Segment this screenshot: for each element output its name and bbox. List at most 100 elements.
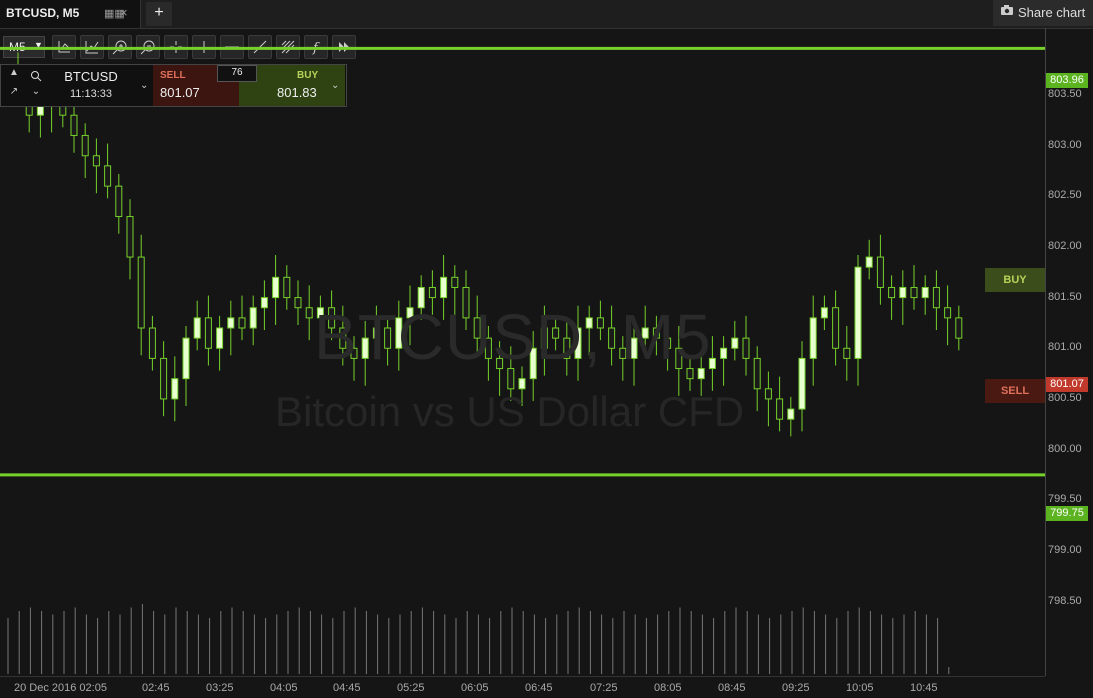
sell-price: 801.07 xyxy=(160,85,200,100)
watermark-symbol: BTCUSD, M5 xyxy=(314,301,712,373)
candle-body xyxy=(216,327,224,349)
candle-body xyxy=(843,347,851,359)
collapse-icon[interactable]: ▲ xyxy=(4,67,24,86)
current-price-tag: 801.07 xyxy=(1046,377,1088,392)
buy-chevron-icon[interactable]: ⌄ xyxy=(331,80,339,91)
candle-body xyxy=(104,165,112,187)
time-tick-label: 08:05 xyxy=(654,682,682,694)
price-tick-label: 801.00 xyxy=(1048,341,1082,354)
tab-title: BTCUSD, M5 xyxy=(6,6,80,20)
buy-marker[interactable]: BUY xyxy=(985,268,1045,292)
candle-body xyxy=(899,286,907,299)
close-icon[interactable]: × xyxy=(120,5,128,20)
share-chart-button[interactable]: Share chart xyxy=(993,0,1093,26)
sell-chevron-icon[interactable]: ⌄ xyxy=(140,80,148,91)
price-tick-label: 802.50 xyxy=(1048,189,1082,202)
price-tick-label: 800.50 xyxy=(1048,391,1082,404)
candle-body xyxy=(249,307,257,329)
new-tab-button[interactable]: + xyxy=(146,2,172,26)
buy-price: 801.83 xyxy=(277,85,317,100)
candle-body xyxy=(910,286,918,299)
candle-body xyxy=(776,398,784,420)
candle-body xyxy=(876,256,884,288)
chevron-down-icon[interactable]: ⌄ xyxy=(26,86,46,105)
candle-body xyxy=(451,276,459,288)
candle-body xyxy=(171,378,179,400)
candle-body xyxy=(731,337,739,349)
price-tick-label: 803.50 xyxy=(1048,87,1082,100)
time-tick-label: 06:45 xyxy=(525,682,553,694)
time-tick-label: 05:25 xyxy=(397,682,425,694)
symbol-name[interactable]: BTCUSD xyxy=(51,69,131,84)
candle-body xyxy=(182,337,190,380)
candle-body xyxy=(955,317,963,339)
price-tick-label: 800.00 xyxy=(1048,442,1082,455)
candle-body xyxy=(787,408,795,420)
sell-marker[interactable]: SELL xyxy=(985,379,1045,403)
price-tick-label: 803.00 xyxy=(1048,138,1082,151)
candle-body xyxy=(193,317,201,339)
candle-body xyxy=(865,256,873,268)
external-link-icon[interactable]: ↗ xyxy=(4,86,24,105)
time-tick-label: 10:05 xyxy=(846,682,874,694)
time-tick-label: 09:25 xyxy=(782,682,810,694)
upper-level-tag: 803.96 xyxy=(1046,73,1088,88)
candle-body xyxy=(70,114,78,136)
spread-value: 76 xyxy=(217,65,257,82)
price-tick-label: 799.00 xyxy=(1048,543,1082,556)
candle-body xyxy=(148,327,156,359)
candle-body xyxy=(92,155,100,167)
time-tick-label: 07:25 xyxy=(590,682,618,694)
candle-body xyxy=(832,307,840,349)
candle-body xyxy=(81,134,89,157)
camera-icon xyxy=(1001,5,1013,15)
candle-body xyxy=(932,286,940,309)
candle-body xyxy=(227,317,235,329)
candle-body xyxy=(888,286,896,299)
time-tick-label: 04:45 xyxy=(333,682,361,694)
price-tick-label: 802.00 xyxy=(1048,239,1082,252)
candle-body xyxy=(720,347,728,359)
lower-level-tag: 799.75 xyxy=(1046,506,1088,521)
candle-body xyxy=(440,276,448,299)
watermark-name: Bitcoin vs US Dollar CFD xyxy=(275,388,745,435)
candle-body xyxy=(921,286,929,299)
buy-label: BUY xyxy=(297,70,319,81)
candle-body xyxy=(809,317,817,359)
candle-body xyxy=(283,276,291,299)
sell-label: SELL xyxy=(160,70,186,81)
time-tick-label: 02:45 xyxy=(142,682,170,694)
server-time: 11:13:33 xyxy=(69,88,112,100)
share-label: Share chart xyxy=(1018,5,1086,20)
candle-body xyxy=(238,317,246,329)
candle-body xyxy=(753,357,761,390)
price-tick-label: 801.50 xyxy=(1048,290,1082,303)
time-tick-label: 10:45 xyxy=(910,682,938,694)
time-tick-label: 20 Dec 2016 02:05 xyxy=(14,682,107,694)
price-tick-label: 798.50 xyxy=(1048,594,1082,607)
candle-body xyxy=(798,357,806,410)
candle-body xyxy=(764,388,772,400)
candle-body xyxy=(742,337,750,359)
candle-body xyxy=(115,185,123,218)
time-tick-label: 06:05 xyxy=(461,682,489,694)
candle-body xyxy=(204,317,212,349)
candle-body xyxy=(137,256,145,329)
candle-body xyxy=(126,216,134,258)
search-icon[interactable] xyxy=(26,67,46,86)
time-tick-label: 04:05 xyxy=(270,682,298,694)
time-tick-label: 03:25 xyxy=(206,682,234,694)
candle-body xyxy=(854,266,862,359)
time-axis xyxy=(0,676,1045,677)
price-tick-label: 799.50 xyxy=(1048,493,1082,506)
candle-body xyxy=(820,307,828,319)
candle-body xyxy=(272,276,280,299)
candle-body xyxy=(944,307,952,319)
candle-body xyxy=(428,286,436,299)
trade-panel: ▲ ↗ ⌄ BTCUSD 11:13:33 ⌄ SELL 801.07 BUY … xyxy=(0,64,347,107)
candle-body xyxy=(160,357,168,400)
time-tick-label: 08:45 xyxy=(718,682,746,694)
tab-btcusd[interactable]: BTCUSD, M5 ▦▦ × xyxy=(0,0,141,28)
tab-bar: BTCUSD, M5 ▦▦ × + Share chart xyxy=(0,0,1093,29)
candle-body xyxy=(260,297,268,309)
